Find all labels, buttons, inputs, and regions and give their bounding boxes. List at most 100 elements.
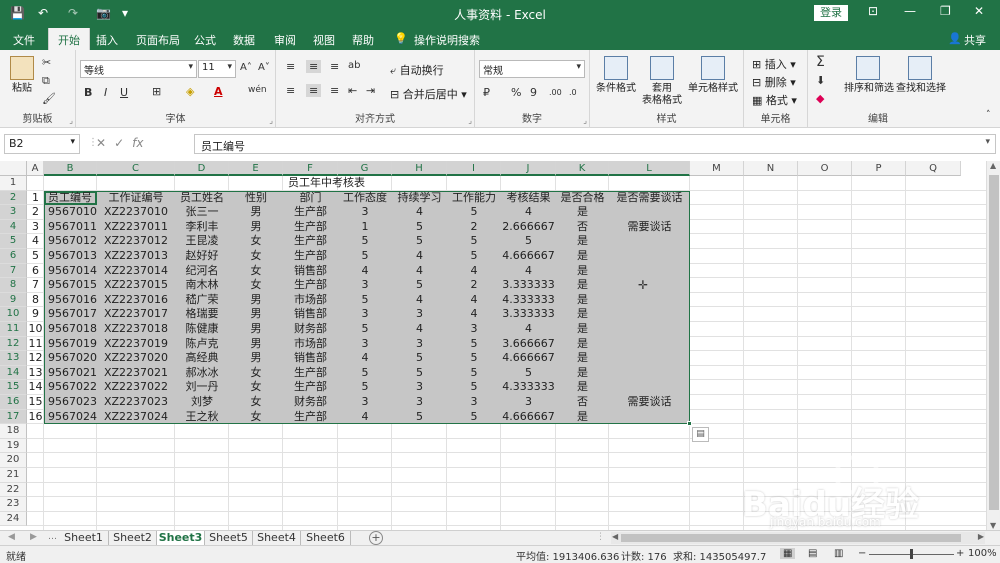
tell-me-search[interactable]: 操作说明搜索 xyxy=(414,32,480,48)
table-cell-abil[interactable]: 2 xyxy=(447,278,501,293)
table-cell-att[interactable]: 4 xyxy=(338,410,392,425)
table-cell-name[interactable]: 李利丰 xyxy=(175,220,229,235)
more-sheets-icon[interactable]: … xyxy=(48,532,57,542)
table-cell-sex[interactable]: 男 xyxy=(229,307,283,322)
table-cell-id[interactable]: 9567023 xyxy=(48,395,97,410)
column-header-l[interactable]: L xyxy=(609,161,690,176)
index-cell[interactable]: 6 xyxy=(27,264,44,279)
tab-insert[interactable]: 插入 xyxy=(96,32,118,48)
tab-home[interactable]: 开始 xyxy=(48,28,90,50)
align-top-icon[interactable]: ≡ xyxy=(286,60,295,73)
minimize-icon[interactable]: — xyxy=(904,4,916,18)
table-cell-name[interactable]: 张三一 xyxy=(175,205,229,220)
table-cell-talk[interactable] xyxy=(609,366,690,381)
table-cell-result[interactable]: 5 xyxy=(501,366,556,381)
find-select-button[interactable]: 查找和选择 xyxy=(896,56,946,95)
table-cell-abil[interactable]: 4 xyxy=(447,293,501,308)
tab-view[interactable]: 视图 xyxy=(313,32,335,48)
row-header-6[interactable]: 6 xyxy=(0,249,27,264)
table-cell-learn[interactable]: 3 xyxy=(392,337,447,352)
row-header-18[interactable]: 18 xyxy=(0,424,27,439)
row-header-11[interactable]: 11 xyxy=(0,322,27,337)
row-header-14[interactable]: 14 xyxy=(0,365,27,381)
table-cell-abil[interactable]: 5 xyxy=(447,380,501,395)
table-cell-card[interactable]: XZ2237019 xyxy=(97,337,175,352)
table-cell-pass[interactable]: 是 xyxy=(556,410,609,425)
horizontal-scrollbar[interactable]: ◀ ▶ xyxy=(611,532,985,544)
index-cell[interactable]: 1 xyxy=(27,191,44,206)
index-cell[interactable]: 15 xyxy=(27,395,44,410)
table-cell-att[interactable]: 3 xyxy=(338,307,392,322)
table-header-cell[interactable]: 工作态度 xyxy=(338,191,392,206)
table-cell-sex[interactable]: 女 xyxy=(229,249,283,264)
table-cell-sex[interactable]: 女 xyxy=(229,380,283,395)
format-as-table-button[interactable]: 套用 表格格式 xyxy=(640,56,684,107)
table-cell-dept[interactable]: 市场部 xyxy=(283,337,338,352)
select-all-corner[interactable] xyxy=(0,161,27,176)
table-cell-card[interactable]: XZ2237023 xyxy=(97,395,175,410)
table-cell-abil[interactable]: 5 xyxy=(447,234,501,249)
table-cell-learn[interactable]: 5 xyxy=(392,234,447,249)
table-cell-abil[interactable]: 3 xyxy=(447,322,501,337)
table-cell-dept[interactable]: 生产部 xyxy=(283,249,338,264)
row-header-21[interactable]: 21 xyxy=(0,468,27,483)
table-cell-talk[interactable] xyxy=(609,380,690,395)
sheet-tab-sheet1[interactable]: Sheet1 xyxy=(59,531,109,546)
table-cell-result[interactable]: 4.666667 xyxy=(501,351,556,366)
add-sheet-button[interactable]: + xyxy=(369,531,383,545)
table-cell-name[interactable]: 纪河名 xyxy=(175,264,229,279)
table-cell-dept[interactable]: 生产部 xyxy=(283,410,338,425)
table-cell-id[interactable]: 9567015 xyxy=(48,278,97,293)
table-cell-att[interactable]: 5 xyxy=(338,293,392,308)
format-cells-button[interactable]: ▦ 格式 ▾ xyxy=(752,92,797,108)
maximize-icon[interactable]: ❐ xyxy=(940,4,951,18)
sheet-tab-sheet2[interactable]: Sheet2 xyxy=(109,531,157,546)
column-header-g[interactable]: G xyxy=(338,161,392,176)
table-cell-card[interactable]: XZ2237022 xyxy=(97,380,175,395)
table-cell-sex[interactable]: 男 xyxy=(229,322,283,337)
comma-style-icon[interactable]: 9 xyxy=(530,86,537,99)
table-header-cell[interactable]: 部门 xyxy=(283,191,338,206)
fill-color-icon[interactable]: ◈ xyxy=(186,85,194,98)
quick-analysis-icon[interactable]: ▤ xyxy=(692,427,709,442)
row-header-16[interactable]: 16 xyxy=(0,395,27,410)
insert-cells-button[interactable]: ⊞ 插入 ▾ xyxy=(752,56,796,72)
table-cell-att[interactable]: 5 xyxy=(338,366,392,381)
sheet-tab-sheet6[interactable]: Sheet6 xyxy=(301,531,351,546)
collapse-ribbon-icon[interactable]: ˄ xyxy=(986,110,991,120)
table-cell-result[interactable]: 3.333333 xyxy=(501,278,556,293)
table-cell-dept[interactable]: 生产部 xyxy=(283,220,338,235)
row-header-24[interactable]: 24 xyxy=(0,511,27,527)
table-cell-result[interactable]: 3.333333 xyxy=(501,307,556,322)
column-header-b[interactable]: B xyxy=(44,161,97,176)
save-icon[interactable]: 💾 xyxy=(10,6,25,20)
table-cell-abil[interactable]: 5 xyxy=(447,249,501,264)
table-cell-result[interactable]: 4.666667 xyxy=(501,249,556,264)
delete-cells-button[interactable]: ⊟ 删除 ▾ xyxy=(752,74,796,90)
phonetic-icon[interactable]: wén xyxy=(248,85,267,95)
table-cell-att[interactable]: 3 xyxy=(338,205,392,220)
table-cell-learn[interactable]: 3 xyxy=(392,380,447,395)
table-cell-dept[interactable]: 销售部 xyxy=(283,307,338,322)
scroll-up-icon[interactable]: ▲ xyxy=(990,161,996,170)
table-cell-talk[interactable] xyxy=(609,337,690,352)
table-cell-dept[interactable]: 财务部 xyxy=(283,322,338,337)
table-cell-pass[interactable]: 是 xyxy=(556,351,609,366)
tab-help[interactable]: 帮助 xyxy=(352,32,374,48)
redo-icon[interactable]: ↷ xyxy=(68,6,78,20)
fill-icon[interactable]: ⬇ xyxy=(816,74,825,87)
table-cell-id[interactable]: 9567014 xyxy=(48,264,97,279)
font-name-select[interactable]: 等线 ▾ xyxy=(80,60,197,78)
row-header-5[interactable]: 5 xyxy=(0,234,27,249)
table-cell-dept[interactable]: 财务部 xyxy=(283,395,338,410)
column-header-h[interactable]: H xyxy=(392,161,447,176)
zoom-in-icon[interactable]: + xyxy=(956,548,964,559)
customize-toolbar-icon[interactable]: ▾ xyxy=(122,6,128,20)
table-cell-dept[interactable]: 销售部 xyxy=(283,264,338,279)
insert-function-icon[interactable]: fx xyxy=(132,136,143,150)
font-color-icon[interactable]: A xyxy=(214,85,223,98)
page-break-view-icon[interactable]: ▥ xyxy=(834,548,843,559)
table-cell-card[interactable]: XZ2237017 xyxy=(97,307,175,322)
column-header-i[interactable]: I xyxy=(447,161,501,176)
index-cell[interactable]: 16 xyxy=(27,410,44,425)
